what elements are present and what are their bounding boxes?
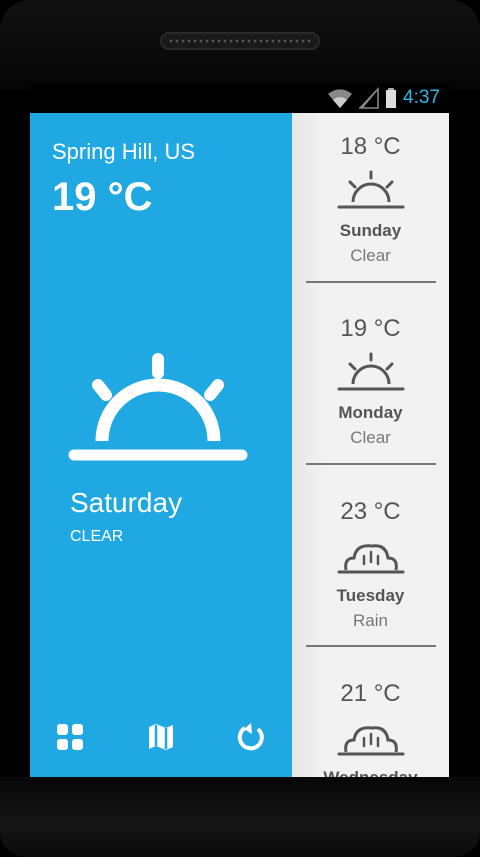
forecast-item[interactable]: 23 °C Tuesday Rain (292, 478, 449, 660)
status-bar: 4:37 (30, 84, 450, 112)
sunrise-icon (337, 170, 405, 209)
forecast-condition: Clear (350, 428, 391, 447)
current-temperature: 19 °C (52, 175, 153, 219)
phone-frame: 4:37 Spring Hill, US 19 °C Saturday CLEA… (0, 0, 480, 857)
sunrise-icon (337, 352, 405, 391)
bottom-toolbar (30, 713, 292, 763)
forecast-condition: Clear (350, 246, 391, 265)
divider (306, 645, 436, 647)
current-weather-panel: Spring Hill, US 19 °C Saturday CLEAR (30, 113, 292, 777)
speaker-grille (160, 32, 320, 50)
divider (306, 281, 436, 283)
status-time: 4:37 (403, 87, 440, 108)
wifi-icon (328, 89, 353, 108)
forecast-item[interactable]: 18 °C Sunday Clear (292, 113, 449, 295)
app-screen: Spring Hill, US 19 °C Saturday CLEAR 18 … (30, 113, 449, 777)
forecast-list[interactable]: 18 °C Sunday Clear 19 °C Monday Clear 23… (292, 113, 449, 777)
forecast-item[interactable]: 19 °C Monday Clear (292, 295, 449, 477)
phone-top-bezel (0, 0, 480, 90)
forecast-day: Tuesday (336, 586, 405, 605)
current-day: Saturday (70, 487, 183, 518)
location-label: Spring Hill, US (52, 139, 196, 164)
forecast-item[interactable]: 21 °C Wednesday (292, 660, 449, 777)
forecast-condition: Rain (353, 611, 388, 630)
current-condition: CLEAR (70, 528, 124, 545)
grid-icon[interactable] (54, 721, 86, 753)
forecast-day: Wednesday (292, 768, 449, 777)
cloud-icon (337, 726, 405, 756)
sunrise-icon (68, 353, 248, 461)
forecast-temperature: 23 °C (340, 498, 401, 525)
divider (306, 463, 436, 465)
battery-icon (386, 88, 397, 108)
map-icon[interactable] (145, 721, 177, 753)
forecast-temperature: 19 °C (340, 315, 401, 342)
forecast-day: Monday (338, 403, 403, 422)
forecast-temperature: 18 °C (340, 133, 401, 160)
forecast-temperature: 21 °C (340, 680, 401, 707)
forecast-day: Sunday (339, 221, 402, 240)
refresh-icon[interactable] (235, 721, 267, 753)
phone-bottom-bezel (0, 777, 480, 857)
signal-icon (359, 87, 379, 109)
cloud-icon (337, 544, 405, 574)
